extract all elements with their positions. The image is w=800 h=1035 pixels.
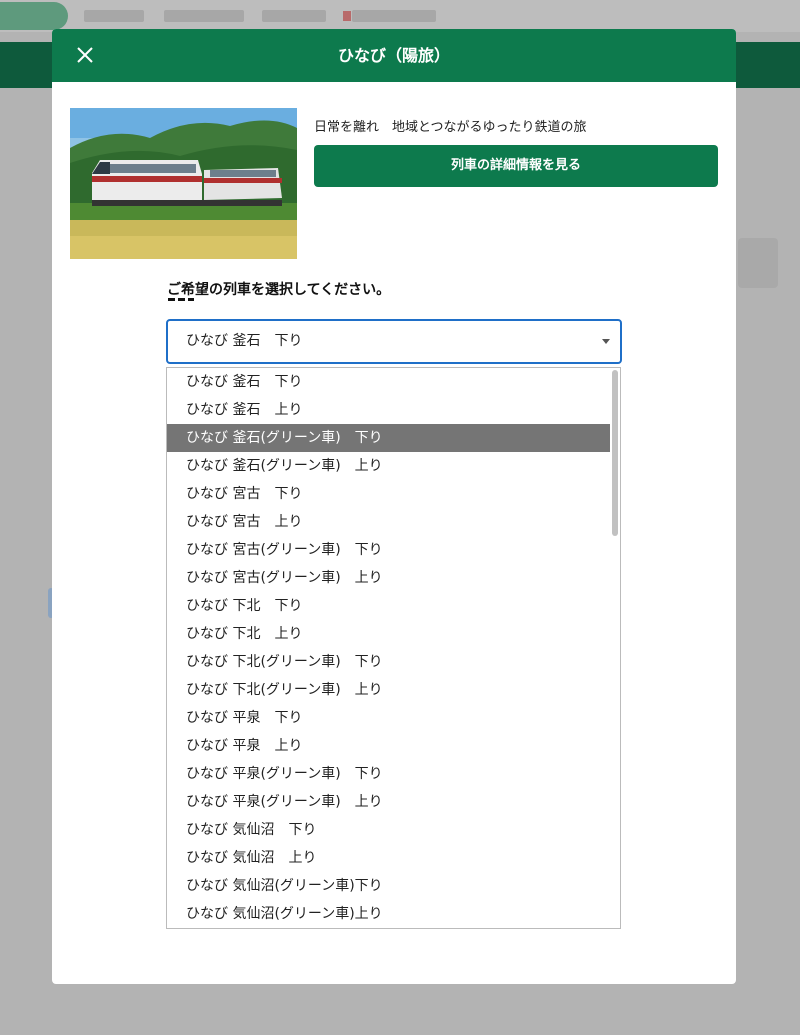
scrollbar-thumb[interactable] — [612, 370, 618, 536]
background-nav-link — [343, 10, 436, 22]
train-option[interactable]: ひなび 気仙沼 上り — [167, 844, 610, 872]
train-options-list[interactable]: ひなび 釜石 下り ひなび 釜石 上り ひなび 釜石(グリーン車) 下り ひなび 釜石… — [166, 367, 621, 929]
scrollbar[interactable] — [610, 368, 620, 928]
train-option[interactable]: ひなび 気仙沼(グリーン車)上り — [167, 900, 610, 928]
selected-train: ひなび 釜石 下り — [186, 333, 303, 349]
train-option[interactable]: ひなび 釜石 下り — [167, 368, 610, 396]
select-prompt: ご希望の列車を選択してください。 — [167, 282, 391, 298]
train-option[interactable]: ひなび 下北(グリーン車) 下り — [167, 648, 610, 676]
background-nav-link — [164, 10, 244, 22]
background-header — [0, 0, 800, 32]
background-nav-link — [84, 10, 144, 22]
train-option[interactable]: ひなび 平泉(グリーン車) 下り — [167, 760, 610, 788]
modal-header: ひなび（陽旅） — [52, 29, 736, 82]
background-logo — [0, 2, 68, 30]
train-option[interactable]: ひなび 平泉(グリーン車) 上り — [167, 788, 610, 816]
close-icon — [77, 47, 93, 63]
train-option[interactable]: ひなび 宮古 上り — [167, 508, 610, 536]
train-option[interactable]: ひなび 下北 下り — [167, 592, 610, 620]
close-button[interactable] — [70, 40, 100, 70]
train-modal: ひなび（陽旅） 日常を離れ 地域とつながるゆったり鉄道の旅 列車の詳細情報を見る… — [52, 29, 736, 984]
train-select[interactable]: ひなび 釜石 下り — [166, 319, 622, 364]
train-option[interactable]: ひなび 釜石 上り — [167, 396, 610, 424]
train-option[interactable]: ひなび 釜石(グリーン車) 下り — [167, 424, 610, 452]
train-option[interactable]: ひなび 釜石(グリーン車) 上り — [167, 452, 610, 480]
catchphrase: 日常を離れ 地域とつながるゆったり鉄道の旅 — [314, 120, 587, 135]
train-option[interactable]: ひなび 宮古(グリーン車) 上り — [167, 564, 610, 592]
required-mark — [168, 298, 194, 301]
train-option[interactable]: ひなび 下北 上り — [167, 620, 610, 648]
train-option[interactable]: ひなび 平泉 上り — [167, 732, 610, 760]
train-details-button[interactable]: 列車の詳細情報を見る — [314, 145, 718, 187]
chevron-down-icon — [602, 339, 610, 344]
train-option[interactable]: ひなび 宮古 下り — [167, 480, 610, 508]
background-nav-link — [262, 10, 326, 22]
train-option[interactable]: ひなび 気仙沼(グリーン車)下り — [167, 872, 610, 900]
train-option[interactable]: ひなび 下北(グリーン車) 上り — [167, 676, 610, 704]
background-card — [738, 238, 778, 288]
modal-title: ひなび（陽旅） — [337, 46, 450, 65]
train-option[interactable]: ひなび 気仙沼 下り — [167, 816, 610, 844]
train-photo — [70, 108, 297, 259]
train-option[interactable]: ひなび 平泉 下り — [167, 704, 610, 732]
train-option[interactable]: ひなび 宮古(グリーン車) 下り — [167, 536, 610, 564]
